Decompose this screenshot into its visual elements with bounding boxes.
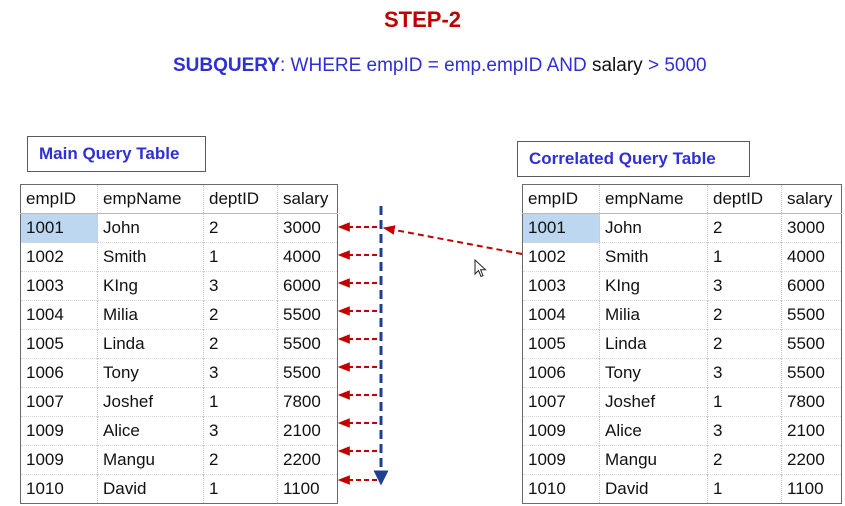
arrow-overlay (337, 206, 523, 486)
mouse-pointer-icon (474, 259, 487, 278)
correlation-arrow (382, 225, 523, 255)
row-arrows (337, 222, 377, 485)
